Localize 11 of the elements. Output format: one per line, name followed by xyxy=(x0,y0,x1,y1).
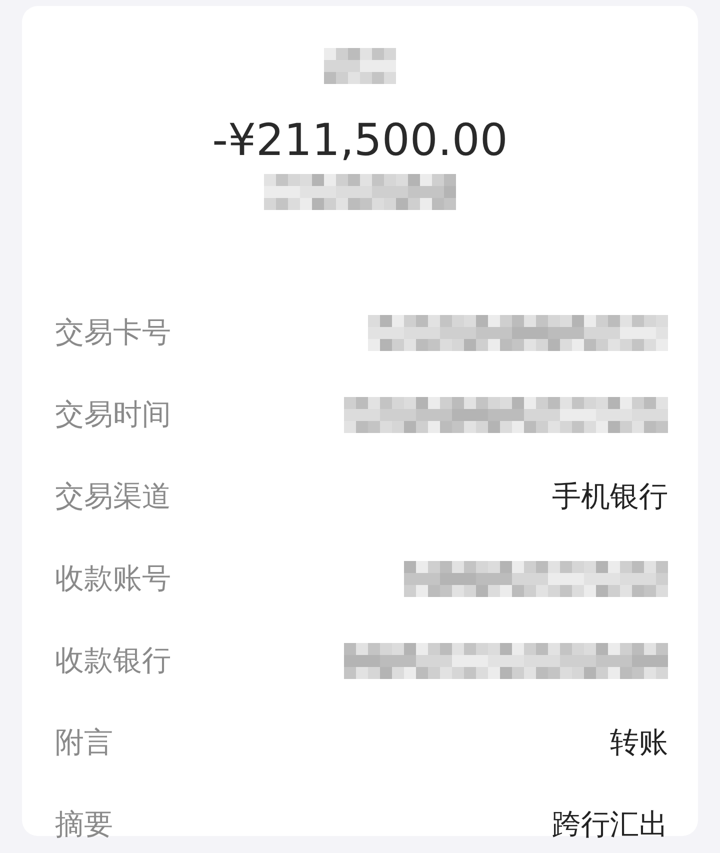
detail-label: 摘要 xyxy=(55,806,113,843)
detail-label: 收款账号 xyxy=(55,560,171,597)
detail-label: 交易时间 xyxy=(55,396,171,433)
detail-label: 交易渠道 xyxy=(55,478,171,515)
detail-value: 手机银行 xyxy=(552,478,668,515)
detail-label: 交易卡号 xyxy=(55,314,171,351)
detail-value: 跨行汇出 xyxy=(552,806,668,843)
detail-label: 收款银行 xyxy=(55,642,171,679)
amount: -¥211,500.00 xyxy=(212,114,508,168)
detail-value: 转账 xyxy=(610,724,668,761)
detail-label: 附言 xyxy=(55,724,113,761)
